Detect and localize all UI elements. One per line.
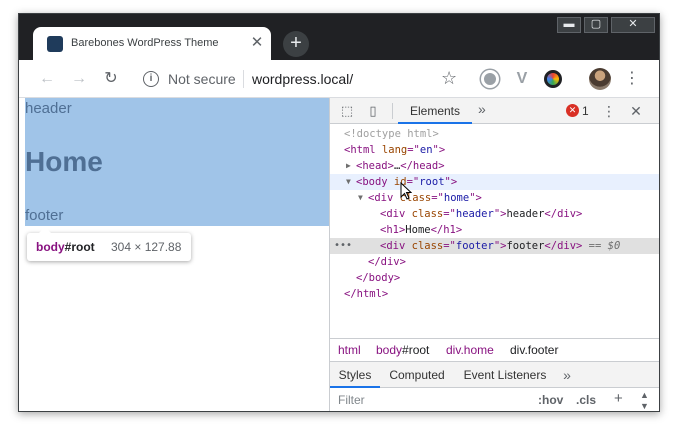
tooltip-tag: body	[36, 240, 65, 254]
tab-event-listeners[interactable]: Event Listeners	[460, 362, 550, 388]
page-title: Home	[25, 146, 103, 177]
tab-elements[interactable]: Elements	[398, 98, 472, 124]
more-panes-icon[interactable]: »	[558, 362, 576, 388]
browser-menu-icon[interactable]: ⋮	[624, 68, 640, 90]
reload-icon[interactable]: ↻	[101, 69, 121, 89]
profile-avatar[interactable]	[589, 68, 611, 90]
tooltip-size: 304 × 127.88	[111, 240, 182, 254]
devtools-close-icon[interactable]: ✕	[627, 102, 645, 120]
breadcrumb-body-id: #root	[402, 343, 430, 357]
toolbar-divider	[392, 103, 393, 119]
collapse-triangle-icon[interactable]: ▼	[346, 174, 351, 190]
head-tag: <head>…</head>	[356, 160, 445, 172]
extension-color-wheel-icon[interactable]	[544, 70, 562, 88]
react-favicon-icon	[47, 36, 63, 52]
breadcrumb-html[interactable]: html	[338, 343, 361, 357]
node-actions-dots[interactable]: •••	[334, 238, 352, 254]
tab-title: Barebones WordPress Theme	[71, 37, 219, 49]
error-count[interactable]: 1	[582, 104, 589, 118]
dom-line-html[interactable]: <html lang="en">	[330, 142, 659, 158]
breadcrumb-div-home[interactable]: div.home	[446, 343, 494, 357]
dom-tree: <!doctype html> <html lang="en"> ▶ <head…	[330, 126, 659, 334]
dom-line-html-close[interactable]: </html>	[330, 286, 659, 302]
dom-line-div-footer[interactable]: ••• <div class="footer">footer</div> == …	[330, 238, 659, 254]
window-close-button[interactable]: ✕	[611, 17, 655, 33]
dom-line-head[interactable]: ▶ <head>…</head>	[330, 158, 659, 174]
new-tab-button[interactable]: +	[283, 31, 309, 57]
breadcrumb-body[interactable]: body#root	[376, 343, 429, 357]
mouse-pointer-icon	[400, 181, 413, 205]
scroll-up-icon[interactable]: ▲	[640, 390, 649, 400]
tooltip-id: #root	[64, 240, 95, 254]
div-close-tag: </div>	[368, 256, 406, 268]
inspect-tooltip: body#root 304 × 127.88	[27, 227, 191, 261]
back-arrow-icon[interactable]: ←	[37, 69, 57, 89]
body-close-tag: </body>	[356, 272, 401, 284]
dom-line-div-home[interactable]: ▼ <div class="home">	[330, 190, 659, 206]
maximize-button[interactable]: ▢	[584, 17, 608, 33]
page-header-text: header	[25, 100, 72, 117]
dom-line-h1[interactable]: <h1>Home</h1>	[330, 222, 659, 238]
scroll-down-icon[interactable]: ▼	[640, 401, 649, 411]
breadcrumb-body-tag: body	[376, 343, 403, 357]
devtools-menu-icon[interactable]: ⋮	[600, 102, 618, 120]
error-icon[interactable]: ✕	[566, 104, 579, 117]
div-footer-element: <div class="footer">footer</div> == $0	[380, 240, 621, 252]
tab-styles[interactable]: Styles	[330, 362, 380, 388]
title-bar: Barebones WordPress Theme ✕ + ▬ ▢ ✕	[19, 14, 659, 60]
h1-element: <h1>Home</h1>	[380, 224, 463, 236]
element-picker-icon[interactable]: ⬚	[338, 102, 356, 120]
more-tabs-icon[interactable]: »	[478, 101, 486, 117]
page-footer-text: footer	[25, 207, 64, 224]
expand-triangle-icon[interactable]: ▶	[346, 158, 351, 174]
devtools-toolbar: ⬚ ▯ Elements » ✕ 1 ⋮ ✕	[330, 98, 659, 124]
html-open-tag: <html lang="en">	[344, 144, 446, 156]
tooltip-selector: body#root	[36, 240, 95, 254]
dom-line-body[interactable]: ▼ <body id="root">	[330, 174, 659, 190]
dom-line-doctype[interactable]: <!doctype html>	[330, 126, 659, 142]
pointer-arrow-shape	[400, 181, 413, 200]
address-bar[interactable]: wordpress.local/	[252, 71, 353, 87]
styles-filter-input[interactable]: Filter	[338, 393, 365, 407]
dom-line-div-close[interactable]: </div>	[330, 254, 659, 270]
new-rule-icon[interactable]: +	[614, 390, 623, 407]
browser-toolbar: ← → ↻ i Not secure wordpress.local/ ☆ V …	[19, 60, 659, 98]
forward-arrow-icon[interactable]: →	[69, 69, 89, 89]
breadcrumb-div-footer[interactable]: div.footer	[510, 343, 558, 357]
url-divider	[243, 70, 244, 88]
breadcrumb: html body#root div.home div.footer	[330, 338, 659, 362]
class-toggle[interactable]: .cls	[576, 393, 596, 407]
styles-filter-bar: Filter :hov .cls + ▲ ▼	[330, 388, 659, 411]
div-home-open-tag: <div class="home">	[368, 192, 482, 204]
hover-state-toggle[interactable]: :hov	[538, 393, 563, 407]
tab-close-icon[interactable]: ✕	[249, 34, 265, 52]
device-toolbar-icon[interactable]: ▯	[364, 102, 382, 120]
tooltip-arrow	[39, 227, 51, 233]
site-info-icon[interactable]: i	[143, 71, 159, 87]
minimize-button[interactable]: ▬	[557, 17, 581, 33]
extension-v-icon[interactable]: V	[513, 70, 531, 88]
styles-tab-bar: Styles Computed Event Listeners »	[330, 362, 659, 388]
collapse-triangle-icon[interactable]: ▼	[358, 190, 363, 206]
html-close-tag: </html>	[344, 288, 389, 300]
dom-line-div-header[interactable]: <div class="header">header</div>	[330, 206, 659, 222]
security-label[interactable]: Not secure	[168, 71, 236, 87]
doctype-text: <!doctype html>	[344, 128, 439, 140]
div-header-element: <div class="header">header</div>	[380, 208, 583, 220]
devtools-panel: ⬚ ▯ Elements » ✕ 1 ⋮ ✕ <!doctype html> <…	[329, 98, 659, 411]
extension-gear-icon[interactable]	[481, 70, 499, 88]
dom-line-body-close[interactable]: </body>	[330, 270, 659, 286]
tab-computed[interactable]: Computed	[386, 362, 448, 388]
bookmark-star-icon[interactable]: ☆	[441, 68, 457, 89]
browser-window: Barebones WordPress Theme ✕ + ▬ ▢ ✕ ← → …	[18, 13, 660, 412]
browser-tab[interactable]: Barebones WordPress Theme ✕	[33, 27, 271, 60]
page-viewport: header Home footer body#root 304 × 127.8…	[19, 98, 329, 411]
